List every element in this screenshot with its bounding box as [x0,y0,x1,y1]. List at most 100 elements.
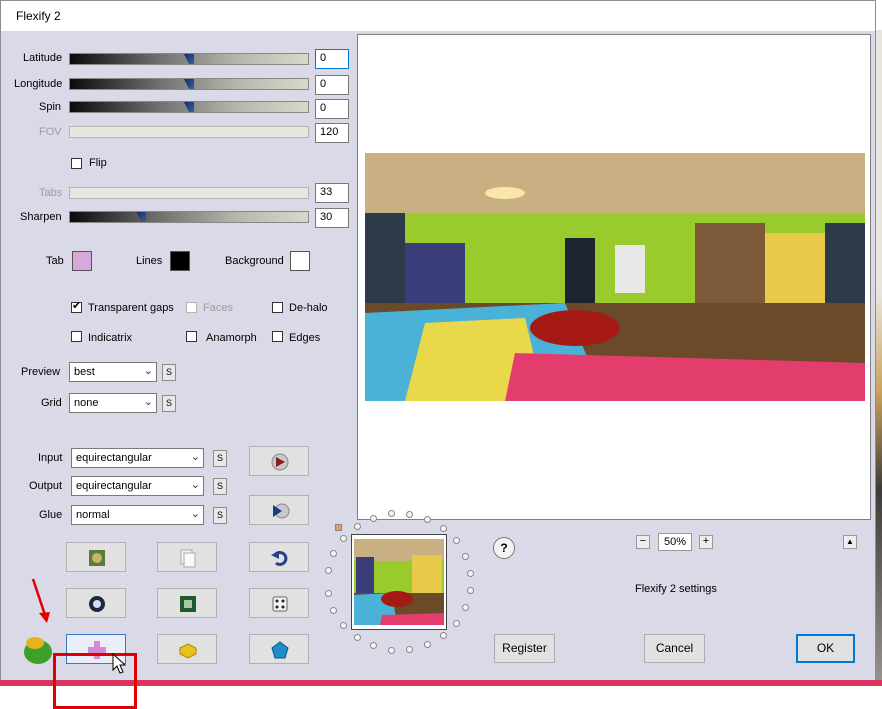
spin-input[interactable]: 0 [315,99,349,119]
longitude-input[interactable]: 0 [315,75,349,95]
chevron-down-icon: ⌄ [143,396,153,408]
zoom-in-button[interactable]: + [699,535,713,549]
tabs-input[interactable]: 33 [315,183,349,203]
preview-quality-select[interactable]: best ⌄ [69,362,157,382]
dial-dot[interactable] [369,642,377,650]
background-color-swatch[interactable] [290,251,310,271]
grid-select[interactable]: none ⌄ [69,393,157,413]
dial-marker [335,524,342,531]
dial-dot[interactable] [369,514,377,522]
longitude-slider-thumb[interactable] [184,79,194,89]
glue-select[interactable]: normal ⌄ [71,505,204,525]
anamorph-checkbox[interactable] [186,331,197,342]
dial-dot[interactable] [353,522,361,530]
input-projection-value: equirectangular [76,452,152,464]
mouse-cursor-icon [112,653,127,674]
ok-button[interactable]: OK [796,634,855,663]
sharpen-input[interactable]: 30 [315,208,349,228]
latitude-slider-thumb[interactable] [184,54,194,64]
preview-save-button[interactable]: S [162,364,176,381]
indicatrix-checkbox[interactable] [71,331,82,342]
preview-pane[interactable] [357,34,871,520]
dial-dot[interactable] [424,641,432,649]
panorama-preview-image [365,153,865,401]
dial-dot[interactable] [339,622,347,630]
longitude-slider[interactable] [69,78,309,90]
fov-slider [69,126,309,138]
zoom-out-button[interactable]: − [636,535,650,549]
cancel-button[interactable]: Cancel [644,634,705,663]
flip-label: Flip [89,157,107,169]
longitude-label: Longitude [14,78,63,90]
dial-dot[interactable] [462,552,470,560]
dial-dot[interactable] [453,537,461,545]
play-forward-button[interactable] [249,446,309,476]
output-save-button[interactable]: S [213,478,227,495]
grid-save-button[interactable]: S [162,395,176,412]
sharpen-slider[interactable] [69,211,309,223]
scroll-up-button[interactable]: ▲ [843,535,857,549]
glue-label: Glue [39,509,63,521]
dial-dot[interactable] [440,632,448,640]
undo-button[interactable] [249,542,309,572]
zoom-level[interactable]: 50% [658,533,692,551]
dial-dot[interactable] [406,646,414,654]
dial-dot[interactable] [330,607,338,615]
faces-checkbox [186,302,197,313]
transparent-gaps-label: Transparent gaps [88,302,174,314]
fov-input[interactable]: 120 [315,123,349,143]
gem-button[interactable] [249,634,309,664]
register-button[interactable]: Register [494,634,555,663]
ring-button[interactable] [66,588,126,618]
sharpen-label: Sharpen [20,211,62,223]
dice-icon [272,596,288,612]
dial-dot[interactable] [324,566,332,574]
play-back-button[interactable] [249,495,309,525]
output-projection-select[interactable]: equirectangular ⌄ [71,476,204,496]
spin-slider-thumb[interactable] [184,102,194,112]
dial-dot[interactable] [424,515,432,523]
preview-quality-label: Preview [21,366,61,378]
latitude-slider[interactable] [69,53,309,65]
dial-dot[interactable] [387,646,395,654]
help-button[interactable]: ? [493,537,515,559]
spin-slider[interactable] [69,101,309,113]
lines-color-swatch[interactable] [170,251,190,271]
frame-button[interactable] [157,588,217,618]
random-button[interactable] [249,588,309,618]
flip-checkbox[interactable] [71,158,82,169]
dial-dot[interactable] [353,634,361,642]
faces-label: Faces [203,302,233,314]
dial-dot[interactable] [339,534,347,542]
dial-dot[interactable] [324,590,332,598]
title-bar[interactable]: Flexify 2 [1,1,875,31]
frame-icon [180,596,196,612]
dial-dot[interactable] [462,604,470,612]
latitude-input[interactable]: 0 [315,49,349,69]
de-halo-checkbox[interactable] [272,302,283,313]
dial-dot[interactable] [453,619,461,627]
glue-save-button[interactable]: S [213,507,227,524]
chevron-down-icon: ⌄ [143,365,153,377]
sharpen-slider-thumb[interactable] [136,212,147,222]
indicatrix-label: Indicatrix [88,332,133,344]
input-projection-select[interactable]: equirectangular ⌄ [71,448,204,468]
copy-icon [180,549,196,568]
edges-checkbox[interactable] [272,331,283,342]
dial-dot[interactable] [330,549,338,557]
tab-color-swatch[interactable] [72,251,92,271]
tab-color-label: Tab [46,255,64,267]
dial-dot[interactable] [466,569,474,577]
blue-gem-icon [271,641,289,659]
thumbnail-preview[interactable] [351,534,447,630]
about-button[interactable] [66,542,126,572]
dial-dot[interactable] [466,587,474,595]
transparent-gaps-checkbox[interactable]: ✔ [71,300,82,313]
edges-label: Edges [289,332,321,344]
dial-dot[interactable] [440,524,448,532]
brick-button[interactable] [157,634,217,664]
yellow-brick-icon [179,643,197,659]
background-color-label: Background [225,255,284,267]
copy-button[interactable] [157,542,217,572]
input-save-button[interactable]: S [213,450,227,467]
